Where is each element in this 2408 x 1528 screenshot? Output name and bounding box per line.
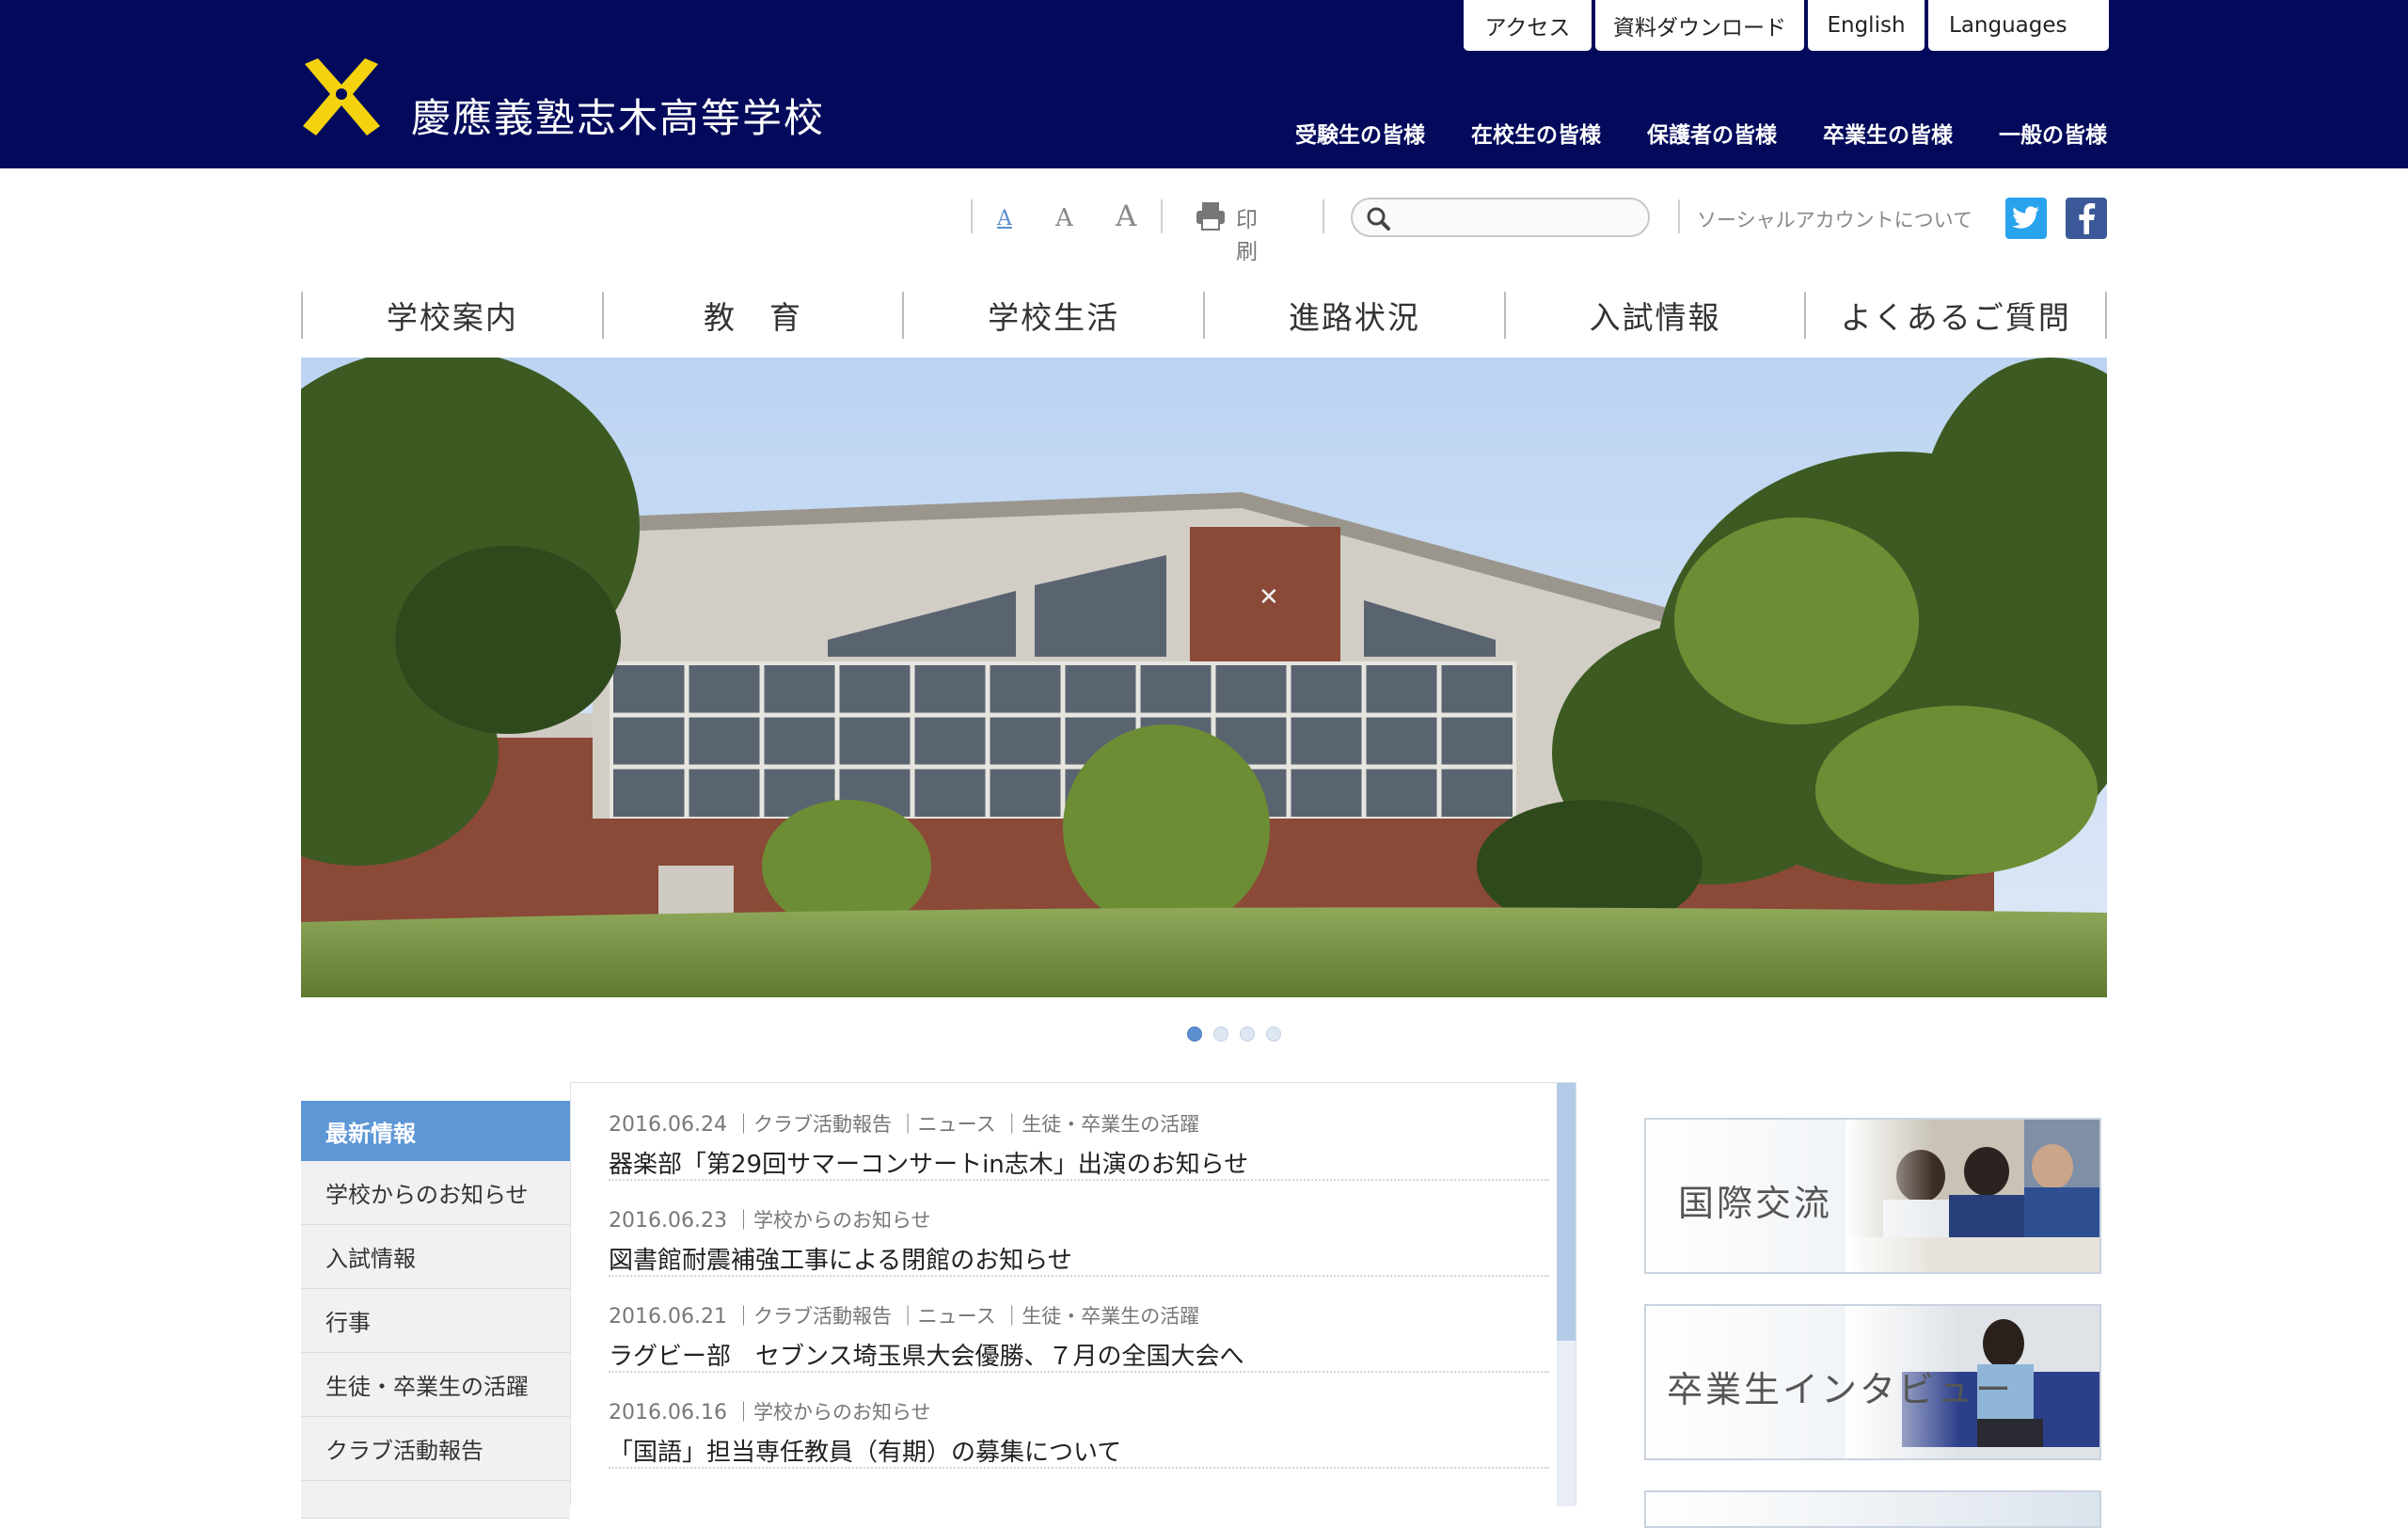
divider: [1678, 199, 1680, 233]
audience-link-general[interactable]: 一般の皆様: [1999, 117, 2107, 149]
audience-link-parents[interactable]: 保護者の皆様: [1647, 117, 1777, 149]
news-scrollbar[interactable]: [1557, 1083, 1576, 1506]
news-date: 2016.06.21: [609, 1305, 727, 1329]
search-input[interactable]: [1400, 203, 1639, 233]
news-meta: 2016.06.24 ｜クラブ活動報告 ｜ニュース ｜生徒・卒業生の活躍: [609, 1109, 1199, 1138]
banner-alumni-interview[interactable]: 卒業生インタビュー: [1644, 1304, 2101, 1460]
news-list: 2016.06.24 ｜クラブ活動報告 ｜ニュース ｜生徒・卒業生の活躍 器楽部…: [570, 1082, 1576, 1506]
divider: [1161, 199, 1163, 233]
news-title-link[interactable]: 図書館耐震補強工事による閉館のお知らせ: [609, 1241, 1072, 1276]
news-scrollbar-thumb[interactable]: [1557, 1083, 1576, 1341]
site-header: 慶應義塾志木高等学校 アクセス 資料ダウンロード English Languag…: [0, 0, 2408, 168]
nav-faq[interactable]: よくあるご質問: [1804, 292, 2108, 339]
search-box: [1351, 198, 1650, 237]
social-accounts-link[interactable]: ソーシャルアカウントについて: [1697, 205, 1972, 233]
news-tab-events[interactable]: 行事: [301, 1289, 570, 1353]
site-title[interactable]: 慶應義塾志木高等学校: [411, 87, 825, 144]
news-tab-more[interactable]: [301, 1481, 570, 1519]
news-date: 2016.06.23: [609, 1209, 727, 1233]
facebook-icon[interactable]: [2066, 198, 2107, 239]
news-meta: 2016.06.23 ｜学校からのお知らせ: [609, 1205, 931, 1234]
slider-dot-3[interactable]: [1240, 1027, 1255, 1042]
banner-international-exchange[interactable]: 国際交流: [1644, 1118, 2101, 1274]
hero-slide-image[interactable]: ✕: [301, 358, 2107, 997]
english-link[interactable]: English: [1808, 0, 1925, 51]
twitter-icon[interactable]: [2005, 198, 2047, 239]
download-materials-link[interactable]: 資料ダウンロード: [1595, 0, 1804, 51]
search-icon: [1367, 207, 1390, 231]
banner-photo: [1846, 1120, 2099, 1272]
news-date: 2016.06.16: [609, 1401, 727, 1425]
audience-link-students[interactable]: 在校生の皆様: [1471, 117, 1601, 149]
news-tab-latest[interactable]: 最新情報: [301, 1101, 583, 1161]
news-item[interactable]: 2016.06.21 ｜クラブ活動報告 ｜ニュース ｜生徒・卒業生の活躍 ラグビ…: [609, 1275, 1549, 1373]
nav-career[interactable]: 進路状況: [1203, 292, 1504, 339]
banner-next[interactable]: [1644, 1490, 2101, 1528]
divider: [1323, 199, 1324, 233]
main-nav: 学校案内 教 育 学校生活 進路状況 入試情報 よくあるご質問: [301, 292, 2108, 339]
news-meta: 2016.06.16 ｜学校からのお知らせ: [609, 1397, 931, 1425]
audience-link-applicants[interactable]: 受験生の皆様: [1295, 117, 1425, 149]
news-title-link[interactable]: ラグビー部 セブンス埼玉県大会優勝、７月の全国大会へ: [609, 1337, 1244, 1372]
banner-title: 国際交流: [1678, 1183, 1833, 1224]
news-date: 2016.06.24: [609, 1113, 727, 1137]
printer-icon[interactable]: [1195, 201, 1227, 231]
access-link[interactable]: アクセス: [1464, 0, 1592, 51]
news-categories: ｜学校からのお知らせ: [733, 1401, 931, 1424]
divider: [971, 199, 973, 233]
news-title-link[interactable]: 「国語」担当専任教員（有期）の募集について: [609, 1433, 1121, 1468]
news-tab-school-notices[interactable]: 学校からのお知らせ: [301, 1161, 570, 1225]
nav-admissions[interactable]: 入試情報: [1503, 292, 1805, 339]
audience-link-alumni[interactable]: 卒業生の皆様: [1823, 117, 1953, 149]
news-categories: ｜学校からのお知らせ: [733, 1209, 931, 1232]
nav-school-life[interactable]: 学校生活: [902, 292, 1203, 339]
news-tab-club-reports[interactable]: クラブ活動報告: [301, 1417, 570, 1481]
banner-title: 卒業生インタビュー: [1667, 1369, 2015, 1410]
slider-pagination: [1187, 1027, 1292, 1042]
slider-dot-2[interactable]: [1213, 1027, 1228, 1042]
nav-about-school[interactable]: 学校案内: [301, 292, 602, 339]
audience-nav: 受験生の皆様 在校生の皆様 保護者の皆様 卒業生の皆様 一般の皆様: [1249, 117, 2107, 149]
news-categories: ｜クラブ活動報告 ｜ニュース ｜生徒・卒業生の活躍: [733, 1305, 1200, 1328]
news-categories: ｜クラブ活動報告 ｜ニュース ｜生徒・卒業生の活躍: [733, 1113, 1200, 1136]
news-item[interactable]: 2016.06.24 ｜クラブ活動報告 ｜ニュース ｜生徒・卒業生の活躍 器楽部…: [609, 1083, 1549, 1181]
nav-education[interactable]: 教 育: [601, 292, 903, 339]
news-tab-admissions[interactable]: 入試情報: [301, 1225, 570, 1289]
slider-dot-4[interactable]: [1266, 1027, 1281, 1042]
news-item[interactable]: 2016.06.16 ｜学校からのお知らせ 「国語」担当専任教員（有期）の募集に…: [609, 1371, 1549, 1469]
font-size-small-button[interactable]: A: [997, 207, 1012, 231]
font-size-medium-button[interactable]: A: [1055, 204, 1073, 232]
font-size-large-button[interactable]: A: [1116, 199, 1136, 233]
slider-dot-1[interactable]: [1187, 1027, 1202, 1042]
news-title-link[interactable]: 器楽部「第29回サマーコンサートin志木」出演のお知らせ: [609, 1145, 1248, 1180]
news-item[interactable]: 2016.06.23 ｜学校からのお知らせ 図書館耐震補強工事による閉館のお知ら…: [609, 1179, 1549, 1277]
news-category-menu: 最新情報 学校からのお知らせ 入試情報 行事 生徒・卒業生の活躍 クラブ活動報告: [301, 1101, 583, 1519]
utility-nav: アクセス 資料ダウンロード English Languages: [1464, 0, 2109, 51]
news-tab-student-achievements[interactable]: 生徒・卒業生の活躍: [301, 1353, 570, 1417]
news-meta: 2016.06.21 ｜クラブ活動報告 ｜ニュース ｜生徒・卒業生の活躍: [609, 1301, 1199, 1329]
print-button[interactable]: 印刷: [1236, 201, 1258, 265]
svg-text:✕: ✕: [1259, 583, 1279, 612]
languages-link[interactable]: Languages: [1928, 0, 2109, 51]
school-logo-icon[interactable]: [301, 56, 382, 137]
